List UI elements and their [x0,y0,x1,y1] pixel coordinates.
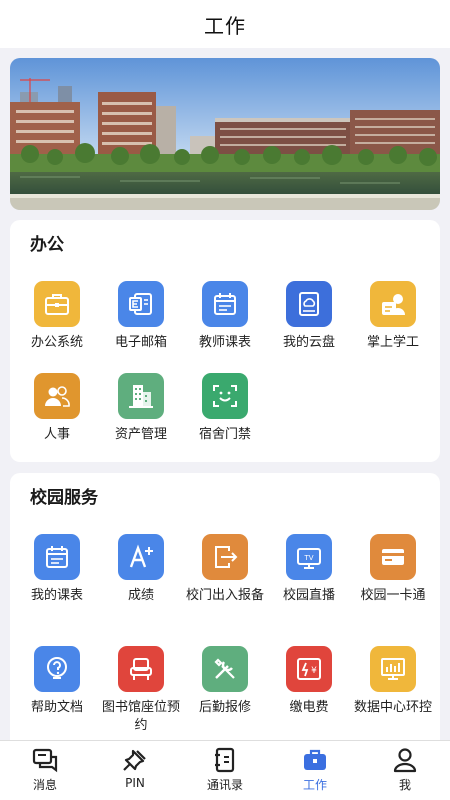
calendar-icon [34,534,80,580]
office-item-label: 掌上学工 [366,335,419,350]
campus-item-gate-report[interactable]: 校门出入报备 [183,534,267,646]
svg-text:TV: TV [303,554,313,562]
people-icon [34,373,80,419]
campus-item-label: 帮助文档 [30,700,83,715]
tab-messages[interactable]: 消息 [0,741,90,800]
campus-item-grades[interactable]: 成绩 [99,534,183,646]
electric-bill-icon: ¥ [286,646,332,692]
office-item-student-work[interactable]: 掌上学工 [351,281,435,373]
office-item-hr[interactable]: 人事 [15,373,99,465]
face-scan-icon [202,373,248,419]
office-item-label: 资产管理 [114,427,167,442]
campus-item-label: 后勤报修 [198,700,251,715]
campus-item-label: 数据中心环控 [353,700,432,715]
tab-work[interactable]: 工作 [270,741,360,800]
tab-label: 我 [398,778,411,792]
campus-services-title: 校园服务 [30,488,98,508]
campus-item-label: 我的课表 [30,588,83,603]
briefcase-icon [34,281,80,327]
repair-icon [202,646,248,692]
campus-item-label: 成绩 [127,588,154,603]
office-grid: 办公系统 电子邮箱 教师课表 我的云盘 掌上学工 人事 资产管理 宿舍门禁 [15,281,435,465]
campus-item-label: 校门出入报备 [185,588,264,603]
tab-contacts[interactable]: 通讯录 [180,741,270,800]
building-icon [118,373,164,419]
office-item-label: 办公系统 [30,335,83,350]
office-item-label: 我的云盘 [282,335,335,350]
card-icon [370,534,416,580]
tab-label: PIN [125,776,145,790]
tv-icon: TV [286,534,332,580]
top-bar: 工作 [0,0,450,48]
message-icon [32,748,58,773]
campus-banner[interactable] [10,58,440,210]
gate-exit-icon [202,534,248,580]
campus-item-label: 图书馆座位预约 [101,700,180,733]
tab-label: 消息 [32,778,57,792]
campus-item-label: 缴电费 [289,700,329,715]
pin-icon [123,749,146,771]
campus-item-label: 校园直播 [282,588,335,603]
office-item-system[interactable]: 办公系统 [15,281,99,373]
user-icon [393,748,417,773]
tab-pin[interactable]: PIN [90,741,180,800]
svg-text:¥: ¥ [311,666,317,676]
work-icon [304,749,326,770]
tab-label: 通讯录 [206,778,243,792]
campus-photo [10,58,440,210]
cloud-disk-icon [286,281,332,327]
campus-item-label: 校园一卡通 [360,588,426,603]
email-icon [118,281,164,327]
data-center-icon [370,646,416,692]
office-item-label: 人事 [43,427,70,442]
campus-item-campus-card[interactable]: 校园一卡通 [351,534,435,646]
office-item-email[interactable]: 电子邮箱 [99,281,183,373]
office-item-label: 教师课表 [198,335,251,350]
help-icon [34,646,80,692]
bottom-tab-bar: 消息 PIN 通讯录 工作 我 [0,740,450,800]
office-section: 办公 办公系统 电子邮箱 教师课表 我的云盘 掌上学工 人事 资产管理 宿舍门禁 [10,220,440,462]
office-item-label: 电子邮箱 [114,335,167,350]
campus-item-my-schedule[interactable]: 我的课表 [15,534,99,646]
office-item-label: 宿舍门禁 [198,427,251,442]
office-section-title: 办公 [30,235,64,255]
page-title: 工作 [204,13,246,38]
campus-services-grid: 我的课表 成绩 校门出入报备 TV 校园直播 校园一卡通 帮助文档 图书馆座位预… [15,534,435,758]
seat-icon [118,646,164,692]
contacts-icon [215,747,235,773]
office-item-cloud-disk[interactable]: 我的云盘 [267,281,351,373]
calendar-icon [202,281,248,327]
tab-me[interactable]: 我 [360,741,450,800]
student-work-icon [370,281,416,327]
campus-item-live[interactable]: TV 校园直播 [267,534,351,646]
tab-label: 工作 [302,778,327,792]
grade-icon [118,534,164,580]
office-item-teacher-schedule[interactable]: 教师课表 [183,281,267,373]
office-item-assets[interactable]: 资产管理 [99,373,183,465]
office-item-dorm-access[interactable]: 宿舍门禁 [183,373,267,465]
campus-services-section: 校园服务 我的课表 成绩 校门出入报备 TV 校园直播 校园一卡通 帮助文档 图… [10,473,440,753]
